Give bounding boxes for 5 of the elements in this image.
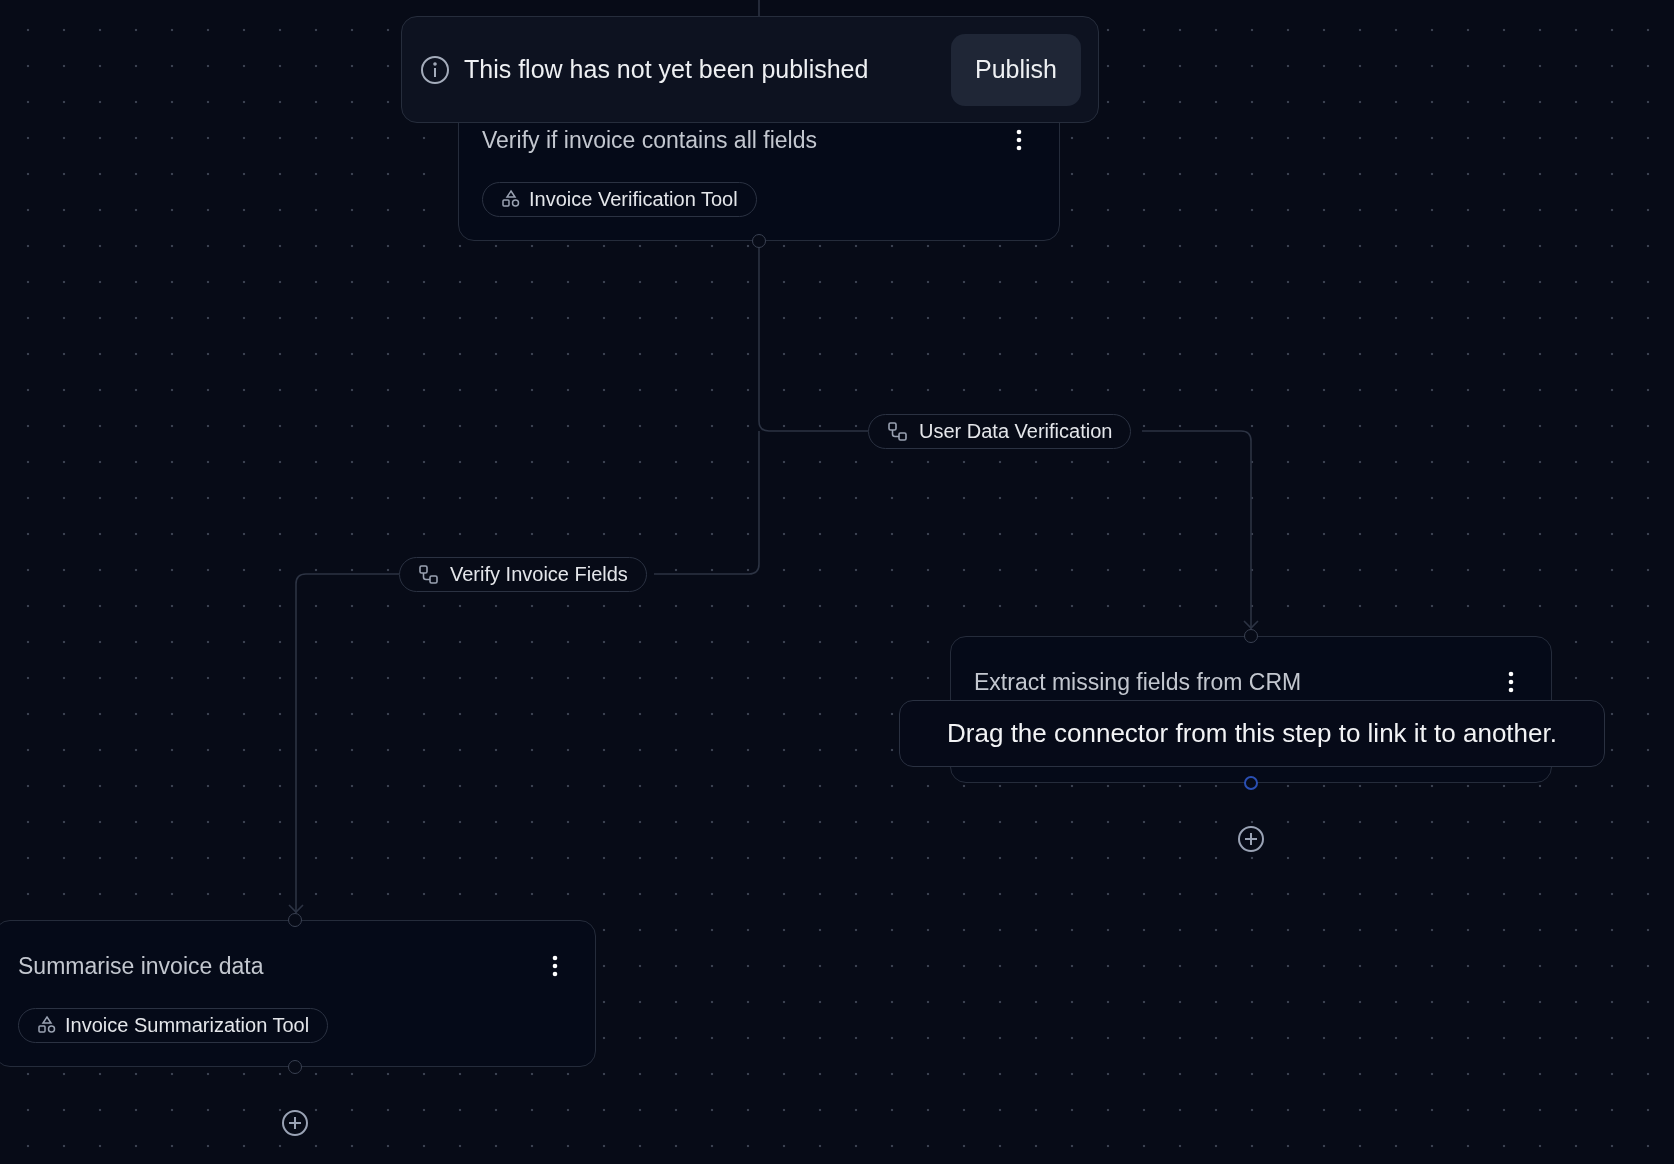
step-title: Extract missing fields from CRM: [974, 669, 1302, 696]
banner-message: This flow has not yet been published: [464, 55, 870, 84]
step-title: Summarise invoice data: [18, 953, 264, 980]
tooltip: Drag the connector from this step to link it to another.: [899, 700, 1605, 767]
step-title: Verify if invoice contains all fields: [482, 127, 817, 154]
